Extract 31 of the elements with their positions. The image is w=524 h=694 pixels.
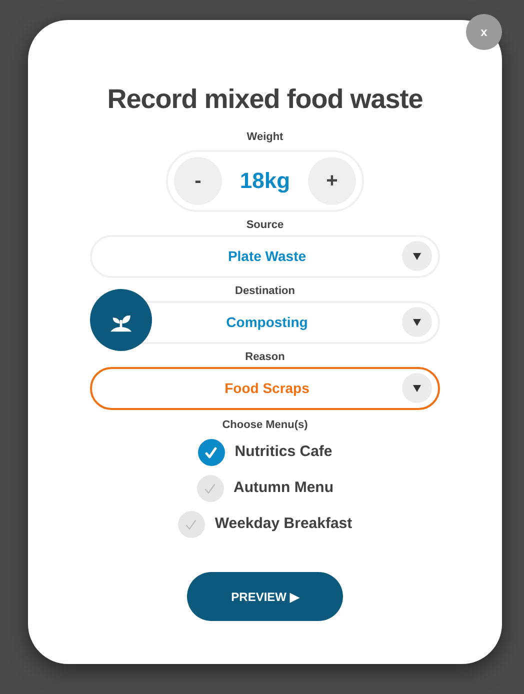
- menu-name: Weekday Breakfast: [214, 514, 352, 534]
- checkbox[interactable]: [196, 475, 224, 502]
- caret-icon: [413, 318, 421, 326]
- checkbox[interactable]: [178, 511, 205, 538]
- caret-icon: [413, 384, 421, 392]
- caret-button[interactable]: [402, 241, 432, 271]
- weight-value: 18kg: [240, 167, 290, 195]
- dropdown-field[interactable]: Food Scraps: [90, 366, 440, 410]
- section-label: Choose Menu(s): [222, 418, 308, 432]
- dropdown-value: Plate Waste: [226, 246, 308, 266]
- menu-name: Autumn Menu: [234, 478, 334, 498]
- field-label: Reason: [245, 350, 285, 364]
- field-label: Weight: [246, 130, 284, 145]
- check-icon: [185, 518, 198, 530]
- dropdown-value: Composting: [225, 312, 309, 332]
- check-icon: [205, 446, 218, 458]
- dialog-title: Record mixed food waste: [107, 83, 423, 116]
- caret-button[interactable]: [402, 307, 432, 337]
- dropdown-value: Food Scraps: [224, 378, 310, 398]
- caret-icon: [413, 252, 421, 260]
- close-button[interactable]: x: [466, 14, 502, 50]
- preview-button[interactable]: PREVIEW ▶: [187, 572, 343, 621]
- caret-button[interactable]: [402, 373, 432, 403]
- checkbox[interactable]: [198, 439, 225, 466]
- dropdown-field[interactable]: Plate Waste: [90, 234, 440, 278]
- menu-name: Nutritics Cafe: [234, 442, 332, 462]
- decrement-button[interactable]: -: [174, 156, 222, 204]
- field-label: Source: [246, 218, 284, 232]
- check-icon: [204, 482, 216, 494]
- increment-button[interactable]: +: [308, 156, 356, 204]
- field-label: Destination: [235, 284, 295, 298]
